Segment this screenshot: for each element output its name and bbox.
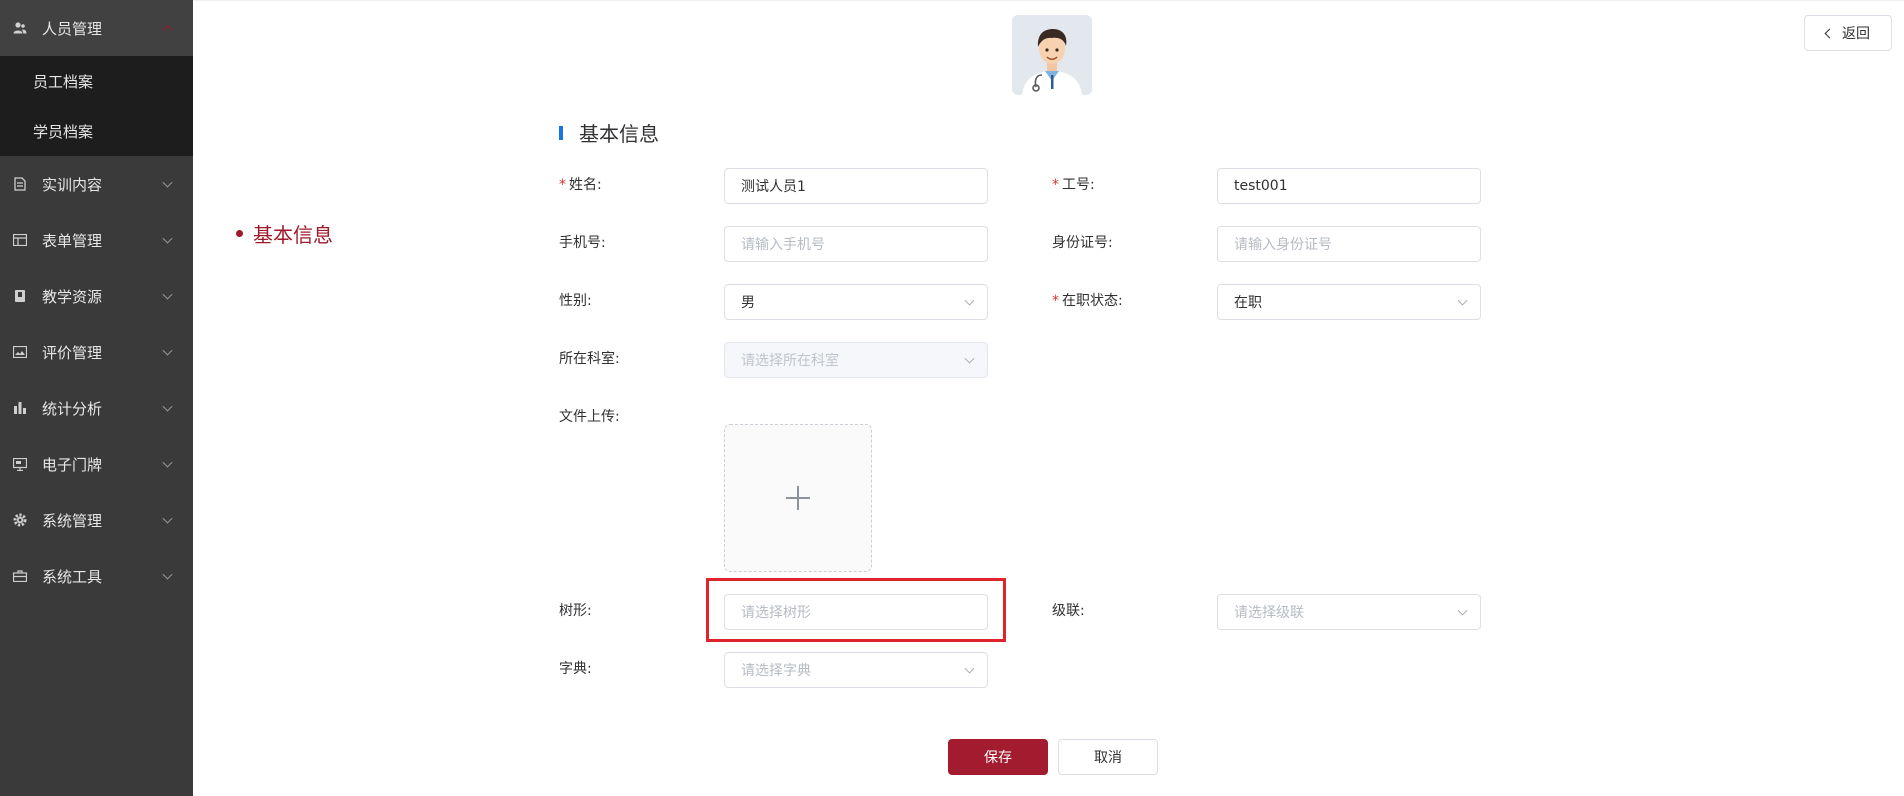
chevron-down-icon	[1457, 295, 1468, 306]
chevron-left-icon	[1824, 28, 1835, 38]
document-icon	[12, 176, 28, 192]
sidebar: 人员管理 员工档案 学员档案 实训内容 表单管理 教学资源 评价管理 统计分析 …	[0, 0, 193, 796]
chevron-down-icon	[162, 513, 173, 524]
gender-select[interactable]: 男	[724, 284, 988, 320]
menu-e-doorplate-label: 电子门牌	[42, 455, 103, 474]
chevron-down-icon	[1457, 605, 1468, 616]
chevron-down-icon	[162, 569, 173, 580]
chevron-down-icon	[964, 353, 975, 364]
menu-training-content-label: 实训内容	[42, 175, 103, 194]
chevron-down-icon	[964, 663, 975, 674]
chevron-down-icon	[162, 401, 173, 412]
menu-teaching-resources-label: 教学资源	[42, 287, 103, 306]
menu-evaluation-label: 评价管理	[42, 343, 103, 362]
gender-label: 性别:	[559, 293, 592, 309]
book-icon	[12, 288, 28, 304]
menu-evaluation[interactable]: 评价管理	[0, 324, 193, 380]
anchor-dot	[236, 230, 243, 237]
menu-e-doorplate[interactable]: 电子门牌	[0, 436, 193, 492]
plus-icon	[786, 486, 810, 510]
image-icon	[12, 344, 28, 360]
department-select[interactable]: 请选择所在科室	[724, 342, 988, 378]
menu-system-tools-label: 系统工具	[42, 567, 103, 586]
id-card-field[interactable]: 请输入身份证号	[1217, 226, 1481, 262]
chevron-down-icon	[162, 457, 173, 468]
toolbox-icon	[12, 568, 28, 584]
bar-chart-icon	[12, 400, 28, 416]
name-label: * 姓名:	[559, 177, 602, 193]
menu-statistics[interactable]: 统计分析	[0, 380, 193, 436]
chevron-down-icon	[162, 233, 173, 244]
id-card-label: 身份证号:	[1052, 235, 1113, 251]
chevron-down-icon	[162, 345, 173, 356]
section-title: 基本信息	[559, 118, 659, 147]
save-button[interactable]: 保存	[948, 739, 1048, 775]
menu-statistics-label: 统计分析	[42, 399, 103, 418]
menu-training-content[interactable]: 实训内容	[0, 156, 193, 212]
job-no-label: * 工号:	[1052, 177, 1095, 193]
name-field[interactable]: 测试人员1	[724, 168, 988, 204]
menu-form-management-label: 表单管理	[42, 231, 103, 250]
back-button-label: 返回	[1842, 26, 1870, 42]
main-content: 返回 基本信息 基本信息 * 姓名: 测试人员1 * 工号: test001 手机号…	[193, 0, 1904, 796]
dict-select[interactable]: 请选择字典	[724, 652, 988, 688]
menu-system-management-label: 系统管理	[42, 511, 103, 530]
menu-personnel-label: 人员管理	[42, 19, 103, 38]
sidebar-item-staff-archive[interactable]: 员工档案	[0, 56, 193, 106]
anchor-link-basic-info[interactable]: 基本信息	[236, 219, 333, 248]
menu-form-management[interactable]: 表单管理	[0, 212, 193, 268]
menu-personnel[interactable]: 人员管理	[0, 0, 193, 56]
upload-label: 文件上传:	[559, 409, 620, 425]
anchor-label: 基本信息	[253, 223, 333, 247]
cancel-button[interactable]: 取消	[1058, 739, 1158, 775]
chevron-down-icon	[162, 177, 173, 188]
cascade-label: 级联:	[1052, 603, 1085, 619]
chevron-down-icon	[964, 295, 975, 306]
menu-system-management[interactable]: 系统管理	[0, 492, 193, 548]
chevron-up-icon	[162, 25, 173, 36]
department-label: 所在科室:	[559, 351, 620, 367]
section-title-bar	[559, 125, 563, 140]
section-title-text: 基本信息	[579, 122, 659, 146]
phone-field[interactable]: 请输入手机号	[724, 226, 988, 262]
dict-label: 字典:	[559, 661, 592, 677]
chevron-down-icon	[162, 289, 173, 300]
form-icon	[12, 232, 28, 248]
menu-system-tools[interactable]: 系统工具	[0, 548, 193, 604]
personnel-submenu: 员工档案 学员档案	[0, 56, 193, 156]
job-status-label: * 在职状态:	[1052, 293, 1123, 309]
users-icon	[12, 20, 28, 36]
upload-box[interactable]	[724, 424, 872, 572]
gear-icon	[12, 512, 28, 528]
cascade-select[interactable]: 请选择级联	[1217, 594, 1481, 630]
sidebar-item-student-archive[interactable]: 学员档案	[0, 106, 193, 156]
highlight-box	[706, 578, 1006, 642]
tree-label: 树形:	[559, 603, 592, 619]
avatar	[1012, 15, 1092, 95]
phone-label: 手机号:	[559, 235, 606, 251]
menu-teaching-resources[interactable]: 教学资源	[0, 268, 193, 324]
job-no-field[interactable]: test001	[1217, 168, 1481, 204]
monitor-icon	[12, 456, 28, 472]
job-status-select[interactable]: 在职	[1217, 284, 1481, 320]
back-button[interactable]: 返回	[1804, 15, 1892, 51]
